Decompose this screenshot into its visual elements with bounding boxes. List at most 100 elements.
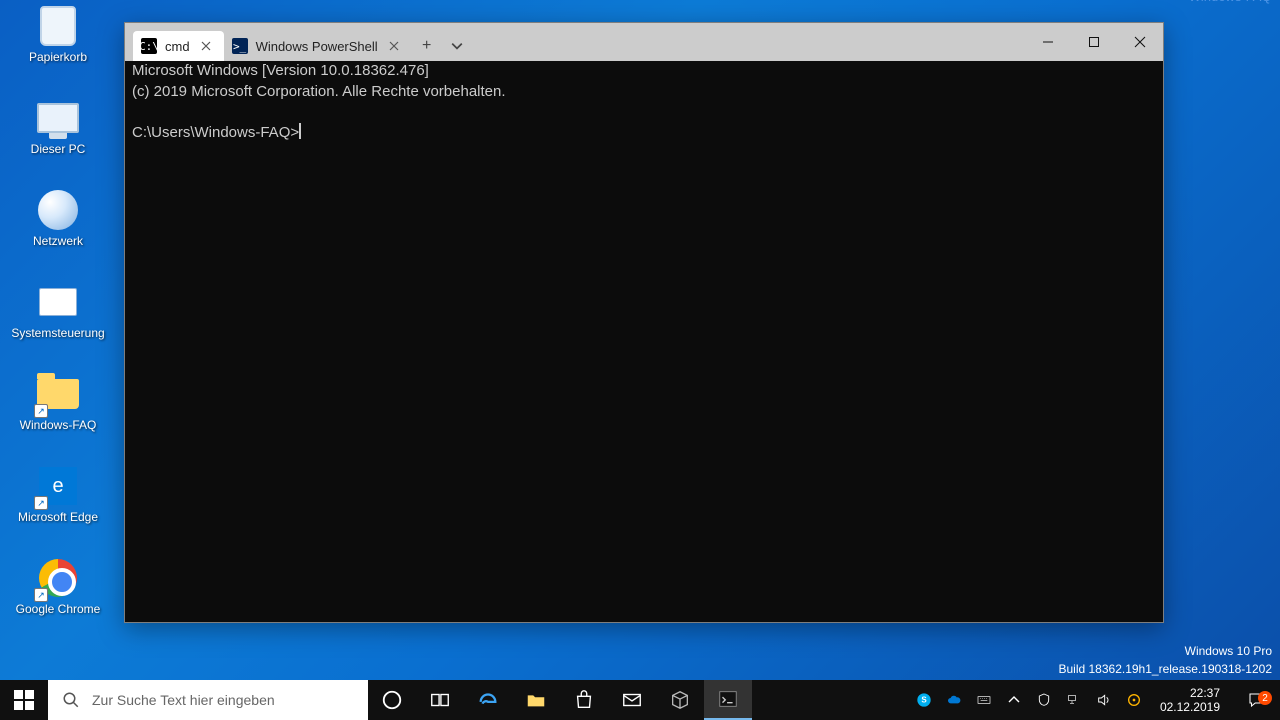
speaker-icon [1096,692,1112,708]
desktop-icon-label: Google Chrome [16,602,101,616]
desktop-icon-edge[interactable]: e↗ Microsoft Edge [12,464,104,556]
close-window-button[interactable] [1117,23,1163,61]
desktop-icon-label: Systemsteuerung [11,326,104,340]
cmd-icon: C:\ [141,38,157,54]
tab-powershell[interactable]: >_ Windows PowerShell [224,31,412,61]
tab-dropdown-button[interactable] [442,31,472,61]
system-tray: S 22:37 02.12.2019 2 [910,680,1280,720]
desktop-icon-control-panel[interactable]: Systemsteuerung [12,280,104,372]
close-icon [1134,36,1146,48]
watermark-edition: Windows 10 Pro [1058,642,1272,660]
network-tray-icon [1066,692,1082,708]
tray-date: 02.12.2019 [1160,700,1220,714]
window-controls [1025,23,1163,61]
tab-cmd[interactable]: C:\ cmd [133,31,224,61]
desktop-icons-column: Papierkorb Dieser PC Netzwerk Systemsteu… [12,4,104,648]
shortcut-arrow-icon: ↗ [34,496,48,510]
tab-strip: C:\ cmd >_ Windows PowerShell + [125,27,472,61]
notification-badge: 2 [1258,691,1272,705]
terminal-prompt: C:\Users\Windows-FAQ> [132,124,299,141]
start-button[interactable] [0,680,48,720]
minimize-button[interactable] [1025,23,1071,61]
desktop-icon-label: Microsoft Edge [18,510,98,524]
control-panel-icon [39,288,77,316]
svg-text:S: S [921,696,927,705]
close-icon [389,41,399,51]
cube-icon [669,689,691,711]
maximize-icon [1088,36,1100,48]
new-tab-button[interactable]: + [412,31,442,61]
edge-icon [477,689,499,711]
tray-volume[interactable] [1094,680,1114,720]
store-icon [573,689,595,711]
action-center-button[interactable]: 2 [1236,691,1276,709]
minimize-icon [1042,36,1054,48]
task-view-icon [429,689,451,711]
terminal-icon [717,688,739,710]
taskbar-3dviewer[interactable] [656,680,704,720]
tray-windows-update[interactable] [1124,680,1144,720]
terminal-line: (c) 2019 Microsoft Corporation. Alle Rec… [132,83,506,100]
tab-label: Windows PowerShell [256,39,378,54]
windows-logo-icon [14,690,34,710]
network-icon [38,190,78,230]
keyboard-icon [976,692,992,708]
windows-watermark: Windows-FAQ Windows 10 Pro Build 18362.1… [1058,642,1272,678]
recycle-bin-icon [40,6,76,46]
mail-icon [621,689,643,711]
skype-icon: S [916,692,932,708]
folder-icon [525,689,547,711]
desktop-icon-label: Windows-FAQ [20,418,97,432]
watermark-faq: Windows-FAQ [1189,0,1272,6]
shield-icon [1036,692,1052,708]
taskbar-edge[interactable] [464,680,512,720]
shortcut-arrow-icon: ↗ [34,404,48,418]
pc-icon [37,103,79,133]
taskbar-store[interactable] [560,680,608,720]
tray-onedrive[interactable] [944,680,964,720]
desktop-icon-label: Papierkorb [29,50,87,64]
taskbar-cortana[interactable] [368,680,416,720]
taskbar-mail[interactable] [608,680,656,720]
tray-chevron-up[interactable] [1004,680,1024,720]
tab-close-button[interactable] [198,38,214,54]
taskbar-pinned [368,680,752,720]
cursor [299,123,301,139]
windows-update-icon [1126,692,1142,708]
maximize-button[interactable] [1071,23,1117,61]
taskbar-explorer[interactable] [512,680,560,720]
desktop-icon-this-pc[interactable]: Dieser PC [12,96,104,188]
tray-input-indicator[interactable] [974,680,994,720]
terminal-body[interactable]: Microsoft Windows [Version 10.0.18362.47… [125,61,1163,622]
desktop-icon-label: Dieser PC [31,142,86,156]
desktop-icon-windows-faq[interactable]: ↗ Windows-FAQ [12,372,104,464]
windows-terminal-window: C:\ cmd >_ Windows PowerShell + [124,22,1164,623]
watermark-build: Build 18362.19h1_release.190318-1202 [1058,660,1272,678]
desktop-icon-network[interactable]: Netzwerk [12,188,104,280]
tray-security[interactable] [1034,680,1054,720]
chevron-up-icon [1008,696,1020,704]
taskbar-terminal[interactable] [704,680,752,720]
tray-time: 22:37 [1190,686,1220,700]
close-icon [201,41,211,51]
taskbar-task-view[interactable] [416,680,464,720]
tab-label: cmd [165,39,190,54]
desktop-icon-recycle-bin[interactable]: Papierkorb [12,4,104,96]
desktop: Papierkorb Dieser PC Netzwerk Systemsteu… [0,0,1280,720]
tray-skype[interactable]: S [914,680,934,720]
desktop-icon-chrome[interactable]: ↗ Google Chrome [12,556,104,648]
tray-network[interactable] [1064,680,1084,720]
desktop-icon-label: Netzwerk [33,234,83,248]
terminal-line: Microsoft Windows [Version 10.0.18362.47… [132,62,429,79]
search-icon [62,691,80,709]
cloud-icon [946,692,962,708]
tray-clock[interactable]: 22:37 02.12.2019 [1154,686,1226,714]
powershell-icon: >_ [232,38,248,54]
titlebar[interactable]: C:\ cmd >_ Windows PowerShell + [125,23,1163,61]
shortcut-arrow-icon: ↗ [34,588,48,602]
taskbar: Zur Suche Text hier eingeben S 22:37 02.… [0,680,1280,720]
search-placeholder: Zur Suche Text hier eingeben [92,692,275,708]
cortana-icon [381,689,403,711]
tab-close-button[interactable] [386,38,402,54]
taskbar-search[interactable]: Zur Suche Text hier eingeben [48,680,368,720]
